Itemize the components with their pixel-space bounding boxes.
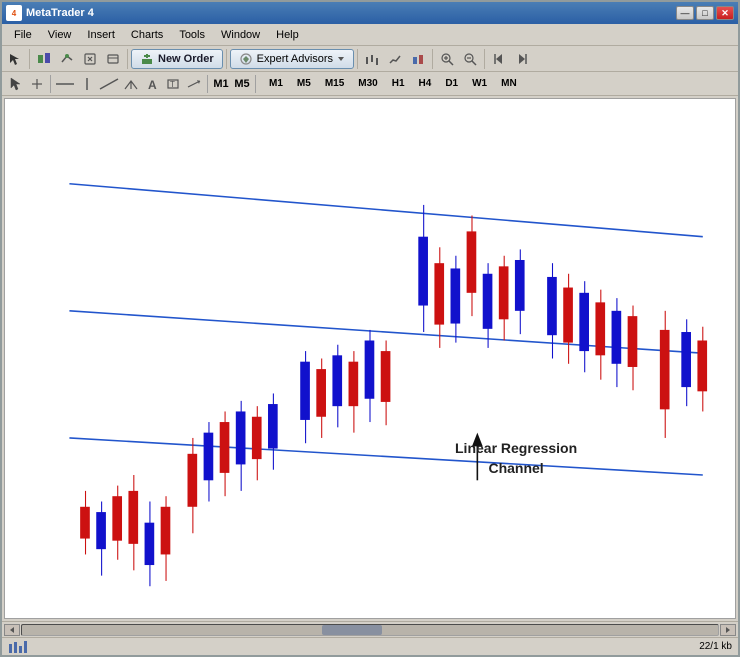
menu-tools[interactable]: Tools — [171, 27, 213, 43]
status-info: 22/1 kb — [699, 641, 732, 652]
period-m5[interactable]: M5 — [232, 74, 252, 94]
svg-text:T: T — [170, 80, 175, 89]
drawing-toolbar: A T M1 M5 M1 M5 M15 M30 H1 H4 D1 W1 MN — [2, 72, 738, 96]
app-icon: 4 — [6, 5, 22, 21]
vline-tool[interactable] — [77, 74, 97, 94]
chart-annotation-label: Linear Regression Channel — [455, 439, 577, 478]
new-order-label: New Order — [158, 53, 214, 65]
menu-window[interactable]: Window — [213, 27, 268, 43]
chart-area[interactable]: Linear Regression Channel — [4, 98, 736, 619]
scroll-left[interactable] — [488, 48, 510, 70]
status-left — [8, 640, 28, 654]
menu-view[interactable]: View — [40, 27, 80, 43]
menu-insert[interactable]: Insert — [79, 27, 123, 43]
hline-tool[interactable] — [54, 74, 76, 94]
sep6 — [484, 49, 485, 69]
tf-w1[interactable]: W1 — [466, 76, 493, 91]
menu-file[interactable]: File — [6, 27, 40, 43]
tf-m30[interactable]: M30 — [352, 76, 383, 91]
draw-sep1 — [50, 75, 51, 93]
sep5 — [432, 49, 433, 69]
cursor-tool[interactable] — [4, 48, 26, 70]
scroll-right[interactable] — [511, 48, 533, 70]
tf-m5[interactable]: M5 — [291, 76, 317, 91]
label-line1: Linear Regression — [455, 440, 577, 456]
maximize-button[interactable]: □ — [696, 6, 714, 20]
title-bar: 4 MetaTrader 4 — □ ✕ — [2, 2, 738, 24]
sep2 — [127, 49, 128, 69]
profile-btn2[interactable] — [56, 48, 78, 70]
chart-svg — [5, 99, 735, 618]
menu-bar: File View Insert Charts Tools Window Hel… — [2, 24, 738, 46]
minimize-button[interactable]: — — [676, 6, 694, 20]
tf-d1[interactable]: D1 — [439, 76, 464, 91]
menu-help[interactable]: Help — [268, 27, 307, 43]
crosshair-tool[interactable] — [27, 74, 47, 94]
profile-btn1[interactable] — [33, 48, 55, 70]
text-tool[interactable]: A — [142, 74, 162, 94]
expert-advisors-label: Expert Advisors — [257, 53, 333, 65]
horizontal-scrollbar[interactable] — [2, 621, 738, 637]
zoom-in-button[interactable] — [436, 48, 458, 70]
status-icon — [8, 640, 28, 654]
tf-m15[interactable]: M15 — [319, 76, 350, 91]
period-sep-tool[interactable]: M1 — [211, 74, 231, 94]
main-toolbar: New Order Expert Advisors — [2, 46, 738, 72]
scrollbar-thumb[interactable] — [322, 625, 382, 635]
tf-mn[interactable]: MN — [495, 76, 523, 91]
pitchfork-tool[interactable] — [121, 74, 141, 94]
sep3 — [226, 49, 227, 69]
new-order-button[interactable]: New Order — [131, 49, 223, 69]
tf-m1[interactable]: M1 — [263, 76, 289, 91]
status-bar: 22/1 kb — [2, 637, 738, 655]
trendline-tool[interactable] — [98, 74, 120, 94]
tf-h1[interactable]: H1 — [386, 76, 411, 91]
textbox-tool[interactable]: T — [163, 74, 183, 94]
select-tool[interactable] — [6, 74, 26, 94]
title-bar-buttons: — □ ✕ — [676, 6, 734, 20]
sep4 — [357, 49, 358, 69]
profile-btn4[interactable] — [102, 48, 124, 70]
draw-sep2 — [207, 75, 208, 93]
chart-type-3[interactable] — [407, 48, 429, 70]
profile-btn3[interactable] — [79, 48, 101, 70]
close-button[interactable]: ✕ — [716, 6, 734, 20]
zoom-out-button[interactable] — [459, 48, 481, 70]
expert-advisors-button[interactable]: Expert Advisors — [230, 49, 354, 69]
tf-h4[interactable]: H4 — [413, 76, 438, 91]
scrollbar-track[interactable] — [21, 624, 719, 636]
tf-inline: M1 M5 M15 M30 H1 H4 D1 W1 MN — [263, 76, 523, 91]
sep1 — [29, 49, 30, 69]
title-bar-left: 4 MetaTrader 4 — [6, 5, 94, 21]
arrow-tool[interactable] — [184, 74, 204, 94]
title-bar-text: MetaTrader 4 — [26, 7, 94, 19]
chart-type-2[interactable] — [384, 48, 406, 70]
draw-sep3 — [255, 75, 256, 93]
scroll-left-btn[interactable] — [4, 624, 20, 636]
main-window: 4 MetaTrader 4 — □ ✕ File View Insert Ch… — [0, 0, 740, 657]
label-line2: Channel — [488, 460, 543, 476]
scroll-right-btn[interactable] — [720, 624, 736, 636]
svg-text:A: A — [148, 78, 157, 91]
menu-charts[interactable]: Charts — [123, 27, 171, 43]
chart-type-1[interactable] — [361, 48, 383, 70]
chart-wrapper: Linear Regression Channel — [2, 96, 738, 621]
